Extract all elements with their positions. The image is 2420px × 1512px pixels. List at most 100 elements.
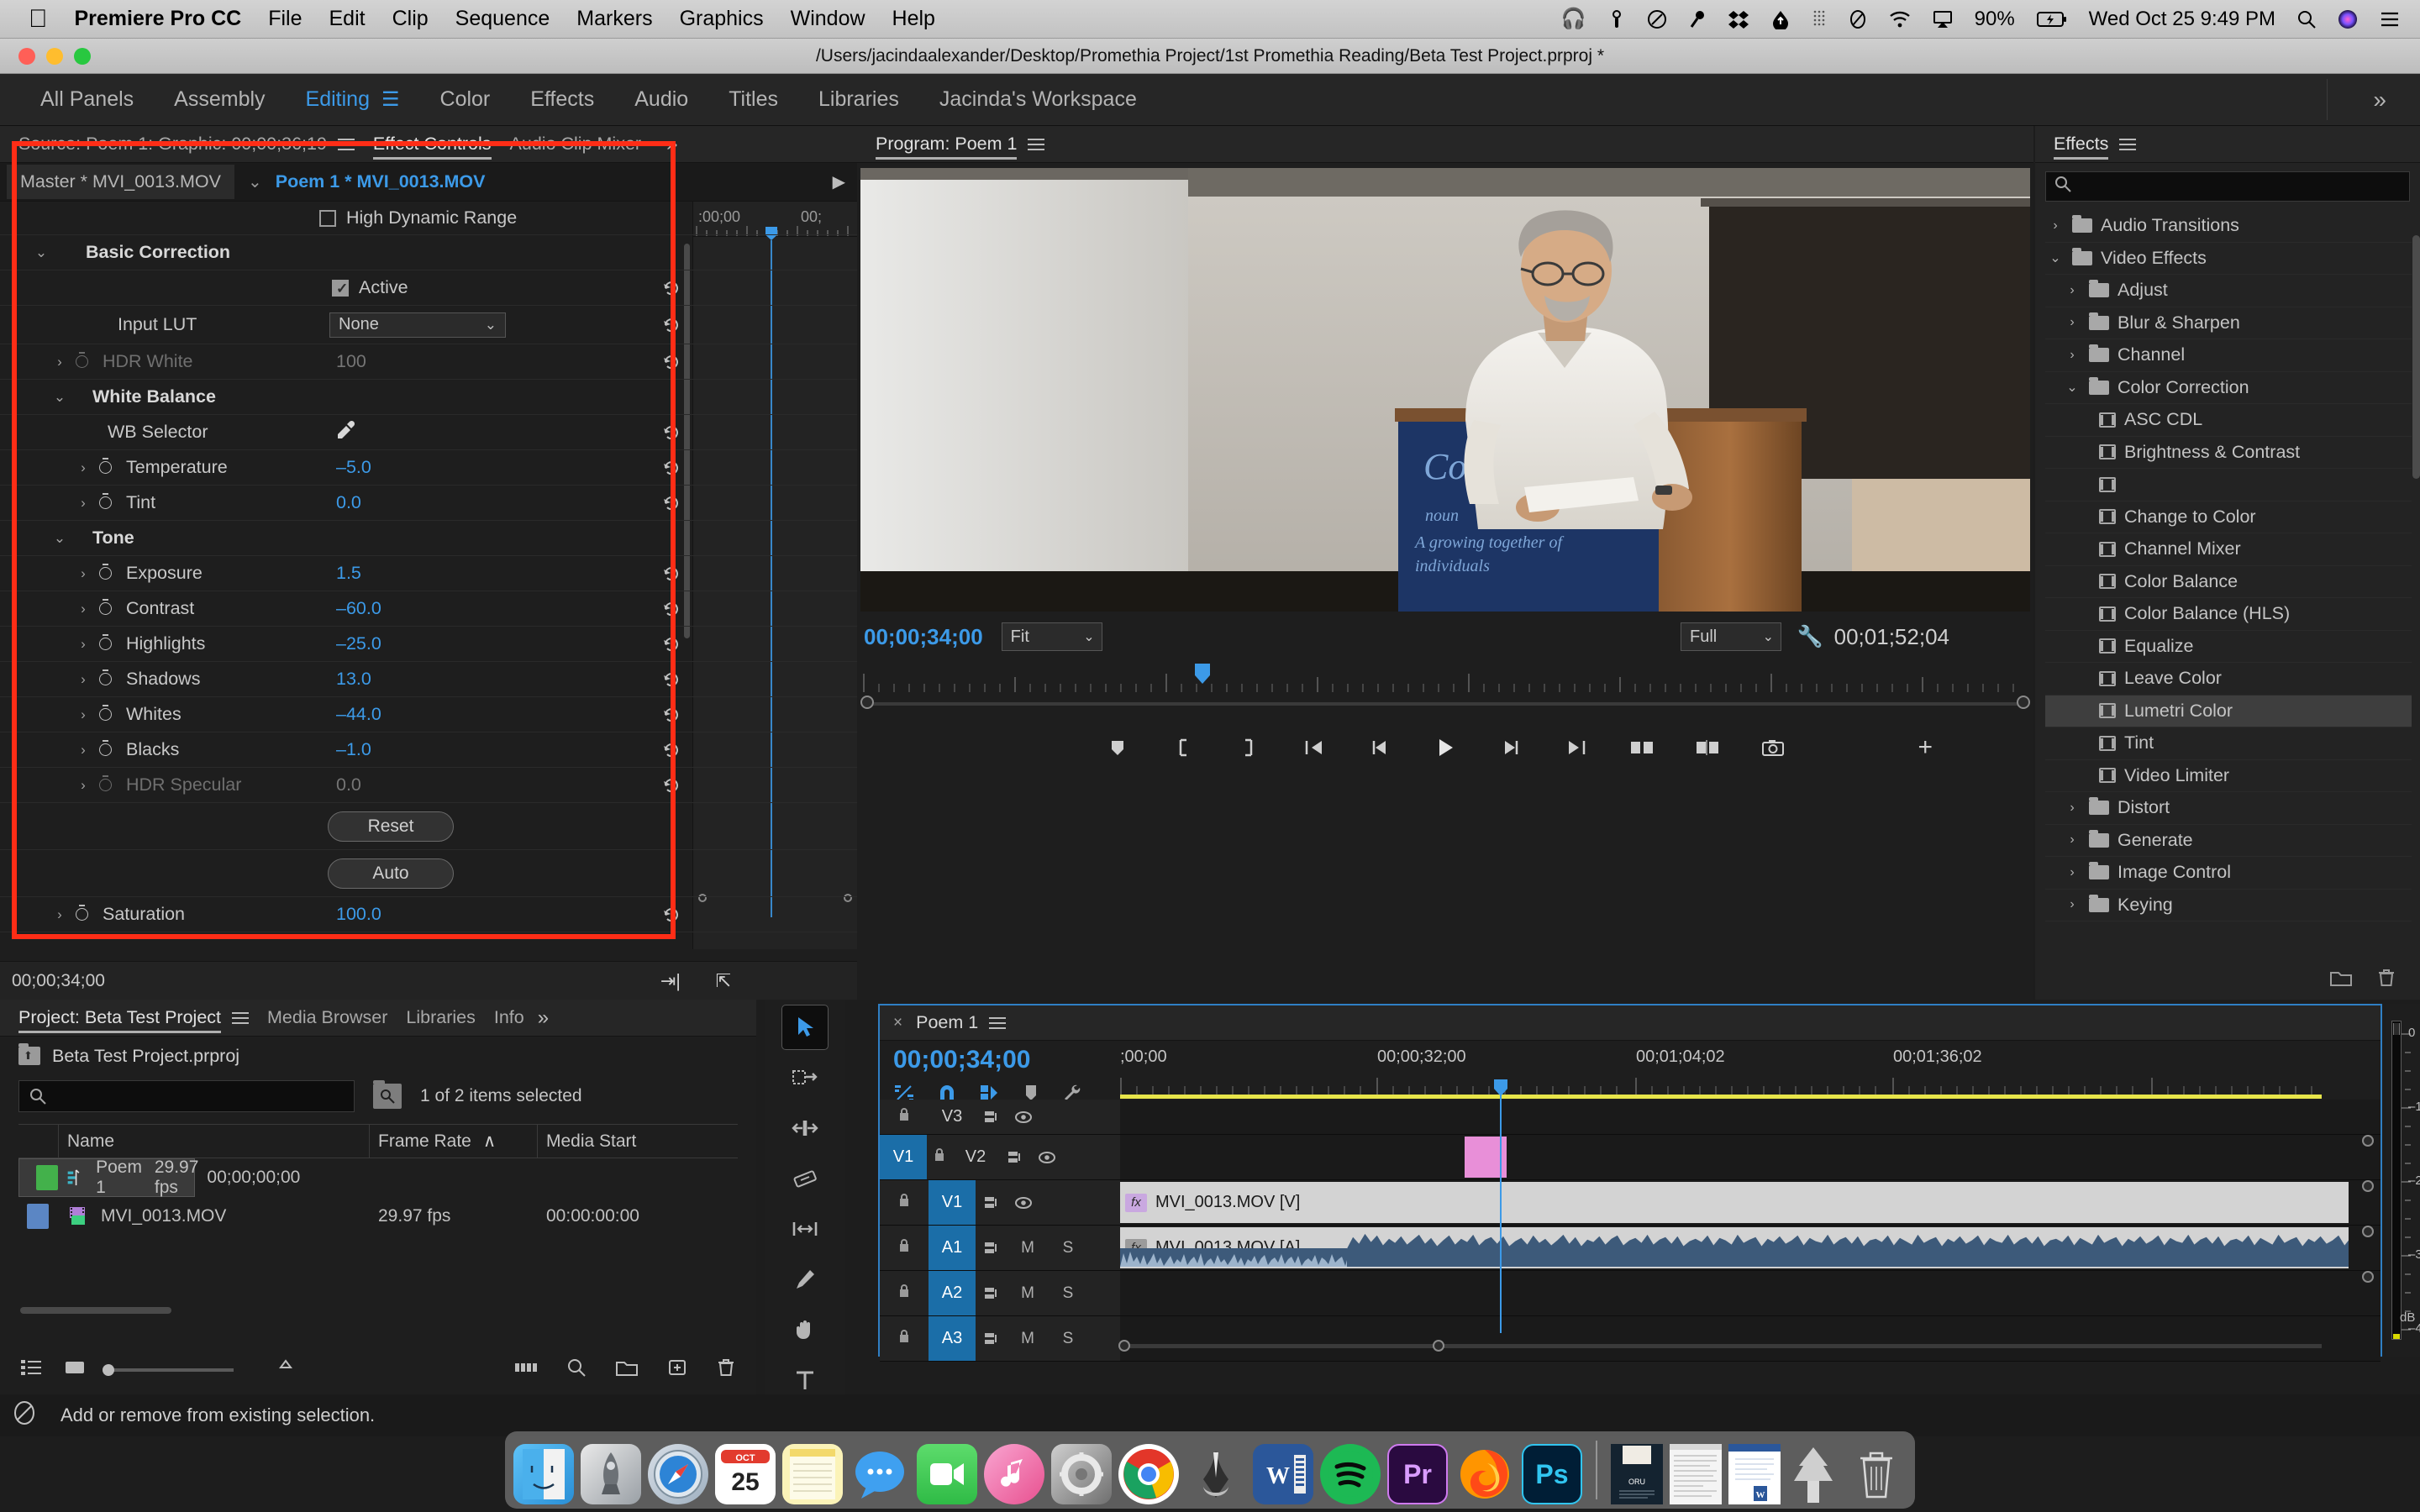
chevron-right-icon[interactable]: › (72, 777, 94, 794)
fx-row-change-color[interactable] (2045, 469, 2412, 501)
sync-lock-icon[interactable] (976, 1241, 1007, 1256)
effect-controls-overflow-icon[interactable]: » (666, 133, 677, 156)
hand-tool[interactable] (781, 1307, 829, 1352)
track-scroll-knob[interactable] (2362, 1226, 2374, 1237)
reset-parameter-icon[interactable] (662, 353, 681, 371)
whites-value[interactable]: –44.0 (336, 704, 381, 725)
selection-tool[interactable] (781, 1005, 829, 1050)
video-clip[interactable]: fx MVI_0013.MOV [V] (1120, 1182, 2349, 1223)
fx-row-adjust[interactable]: › Adjust (2045, 275, 2412, 307)
button-editor-icon[interactable]: + (1918, 733, 1933, 762)
chevron-down-icon[interactable]: ⌄ (30, 244, 52, 261)
sync-lock-icon[interactable] (976, 1331, 1007, 1347)
chevron-right-icon[interactable]: › (72, 459, 94, 476)
reset-parameter-icon[interactable] (662, 906, 681, 924)
grid-icon[interactable] (1812, 9, 1827, 29)
fx-row-asc-cdl[interactable]: ASC CDL (2045, 404, 2412, 437)
solo-track-button-a3[interactable]: S (1048, 1330, 1088, 1348)
highlights-value[interactable]: –25.0 (336, 633, 381, 654)
shadows-value[interactable]: 13.0 (336, 669, 371, 690)
chevron-right-icon[interactable]: › (2062, 897, 2082, 912)
track-lane-v3[interactable] (1120, 1100, 2381, 1134)
lock-icon[interactable] (880, 1107, 929, 1127)
chevron-right-icon[interactable]: › (2062, 865, 2082, 880)
track-lane-v1[interactable]: fx MVI_0013.MOV [V] (1120, 1180, 2381, 1225)
reset-parameter-icon[interactable] (662, 279, 681, 297)
siri-icon[interactable] (2338, 9, 2358, 29)
table-row[interactable]: Poem 1 29.97 fps 00;00;00;00 (18, 1158, 300, 1197)
timeline-horizontal-scrollbar[interactable] (1118, 1340, 2322, 1352)
sync-lock-icon[interactable] (976, 1110, 1007, 1125)
fx-row-generate[interactable]: › Generate (2045, 825, 2412, 857)
microphone-icon[interactable] (1689, 9, 1706, 29)
track-scroll-knob[interactable] (2362, 1271, 2374, 1283)
clock[interactable]: Wed Oct 25 9:49 PM (2089, 8, 2275, 31)
tab-source-monitor[interactable]: Source: Poem 1: Graphic: 00;00;36;19 (18, 126, 327, 163)
dock-icon-launchpad[interactable] (581, 1444, 641, 1504)
workspace-effects[interactable]: Effects (530, 87, 594, 112)
chevron-right-icon[interactable]: › (2045, 218, 2065, 234)
chevron-right-icon[interactable]: › (2062, 348, 2082, 363)
zoom-slider[interactable] (103, 1364, 234, 1376)
dock-icon-finder[interactable] (513, 1444, 574, 1504)
menu-help[interactable]: Help (892, 7, 935, 31)
track-lane-a3[interactable] (1120, 1316, 2381, 1361)
fx-row-channel-mixer[interactable]: Channel Mixer (2045, 533, 2412, 566)
workspace-all-panels[interactable]: All Panels (40, 87, 134, 112)
dock-icon-notes[interactable] (782, 1444, 843, 1504)
playback-resolution-select[interactable]: Full ⌄ (1681, 622, 1781, 651)
tab-effect-controls[interactable]: Effect Controls (372, 126, 492, 163)
step-forward-icon[interactable] (1494, 731, 1528, 764)
workspace-editing[interactable]: Editing (306, 87, 370, 112)
tab-info[interactable]: Info (494, 1000, 524, 1037)
dropbox-icon[interactable] (1728, 9, 1749, 29)
stopwatch-icon[interactable] (94, 740, 116, 756)
dock-icon-spotify[interactable] (1320, 1444, 1381, 1504)
program-time-ruler[interactable] (862, 664, 2028, 692)
stopwatch-icon[interactable] (94, 775, 116, 791)
tint-value[interactable]: 0.0 (336, 492, 361, 513)
dock-icon-photoshop[interactable]: Ps (1522, 1444, 1582, 1504)
sequence-tab-label[interactable]: Poem 1 (916, 1012, 978, 1033)
fx-row-video-limiter[interactable]: Video Limiter (2045, 760, 2412, 792)
fx-row-leave-color[interactable]: Leave Color (2045, 663, 2412, 696)
chevron-right-icon[interactable]: › (72, 495, 94, 512)
frame-rate-column-header[interactable]: Frame Rate ∧ (370, 1125, 538, 1158)
timeline-scroll-knob-right[interactable] (1433, 1340, 1444, 1352)
chevron-down-icon[interactable]: ⌄ (2045, 249, 2065, 266)
saturation-value[interactable]: 100.0 (336, 904, 381, 925)
track-lane-a1[interactable]: fx MVI_0013.MOV [A] (1120, 1226, 2381, 1270)
reset-parameter-icon[interactable] (662, 316, 681, 334)
delete-icon[interactable] (716, 1357, 736, 1383)
project-tabs-overflow-icon[interactable]: » (538, 1006, 549, 1030)
creative-cloud-icon[interactable] (1647, 9, 1667, 29)
wifi-icon[interactable] (1889, 10, 1911, 29)
app-name-menu[interactable]: Premiere Pro CC (75, 7, 242, 31)
media-start-column-header[interactable]: Media Start (538, 1125, 738, 1158)
track-name-v3[interactable]: V3 (929, 1100, 976, 1134)
track-scroll-knob[interactable] (2362, 1135, 2374, 1147)
delete-icon[interactable] (2376, 968, 2396, 992)
clipboard-icon[interactable] (1849, 9, 1867, 29)
track-name-a3[interactable]: A3 (929, 1316, 976, 1361)
fx-row-brightness-contrast[interactable]: Brightness & Contrast (2045, 437, 2412, 469)
dock-icon-safari[interactable] (648, 1444, 708, 1504)
basic-correction-group-row[interactable]: ⌄ Basic Correction (0, 235, 857, 270)
lock-icon[interactable] (880, 1329, 929, 1349)
search-icon[interactable] (2297, 10, 2316, 29)
icon-view-icon[interactable] (64, 1358, 86, 1382)
keyframe-nav-icon[interactable]: ⇥| (660, 970, 681, 992)
chevron-down-icon[interactable]: ⌄ (2062, 379, 2082, 396)
program-scrub-handle-left[interactable] (860, 696, 874, 709)
audio-meter-bar[interactable] (2391, 1021, 2402, 1340)
fx-row-video-effects[interactable]: ⌄ Video Effects (2045, 243, 2412, 275)
menu-edit[interactable]: Edit (329, 7, 366, 31)
hdr-white-value[interactable]: 100 (336, 351, 366, 372)
reset-parameter-icon[interactable] (662, 776, 681, 795)
project-panel-menu-icon[interactable] (232, 1011, 249, 1025)
traffic-lights[interactable] (18, 47, 91, 65)
go-to-in-icon[interactable] (1297, 731, 1331, 764)
sync-lock-icon[interactable] (976, 1195, 1007, 1210)
hdr-checkbox[interactable] (319, 209, 336, 227)
minimize-button[interactable] (46, 47, 63, 65)
